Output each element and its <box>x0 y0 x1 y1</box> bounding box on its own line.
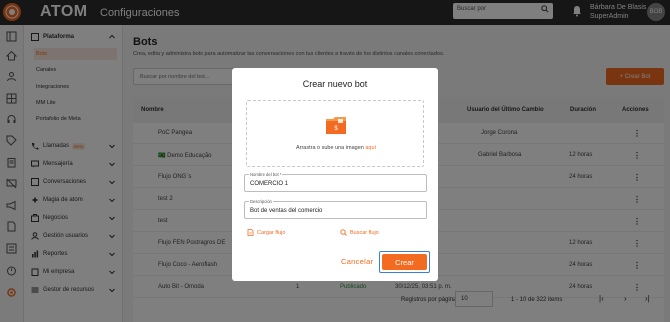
description-label: Descripción <box>249 199 273 204</box>
load-flow-label: Cargar flujo <box>257 229 286 236</box>
image-dropzone[interactable]: $ Arrastra o sube una imagen aquí <box>246 100 424 167</box>
cancel-button[interactable]: Cancelar <box>341 257 373 266</box>
bot-name-field[interactable]: Nombre del bot * COMERCIO 1 <box>244 172 427 192</box>
upload-link[interactable]: aquí <box>365 145 376 151</box>
create-button[interactable]: Crear <box>382 254 427 270</box>
description-value[interactable]: Bot de ventas del comercio <box>250 208 322 214</box>
folder-upload-icon: $ <box>326 117 346 134</box>
create-bot-dialog: Crear nuevo bot $ Arrastra o sube una im… <box>232 68 438 281</box>
bot-name-value[interactable]: COMERCIO 1 <box>250 181 288 187</box>
search-flow-button[interactable]: Buscar flujo <box>340 229 379 236</box>
search-flow-label: Buscar flujo <box>350 229 379 236</box>
dropzone-text: Arrastra o sube una imagen aquí <box>247 145 425 151</box>
file-upload-icon <box>247 229 254 236</box>
load-flow-button[interactable]: Cargar flujo <box>247 229 285 236</box>
description-field[interactable]: Descripción Bot de ventas del comercio <box>244 199 427 219</box>
search-icon <box>340 229 347 236</box>
dialog-title: Crear nuevo bot <box>302 79 368 89</box>
bot-name-label: Nombre del bot * <box>249 172 283 177</box>
dropzone-instruction: Arrastra o sube una imagen <box>295 145 364 151</box>
